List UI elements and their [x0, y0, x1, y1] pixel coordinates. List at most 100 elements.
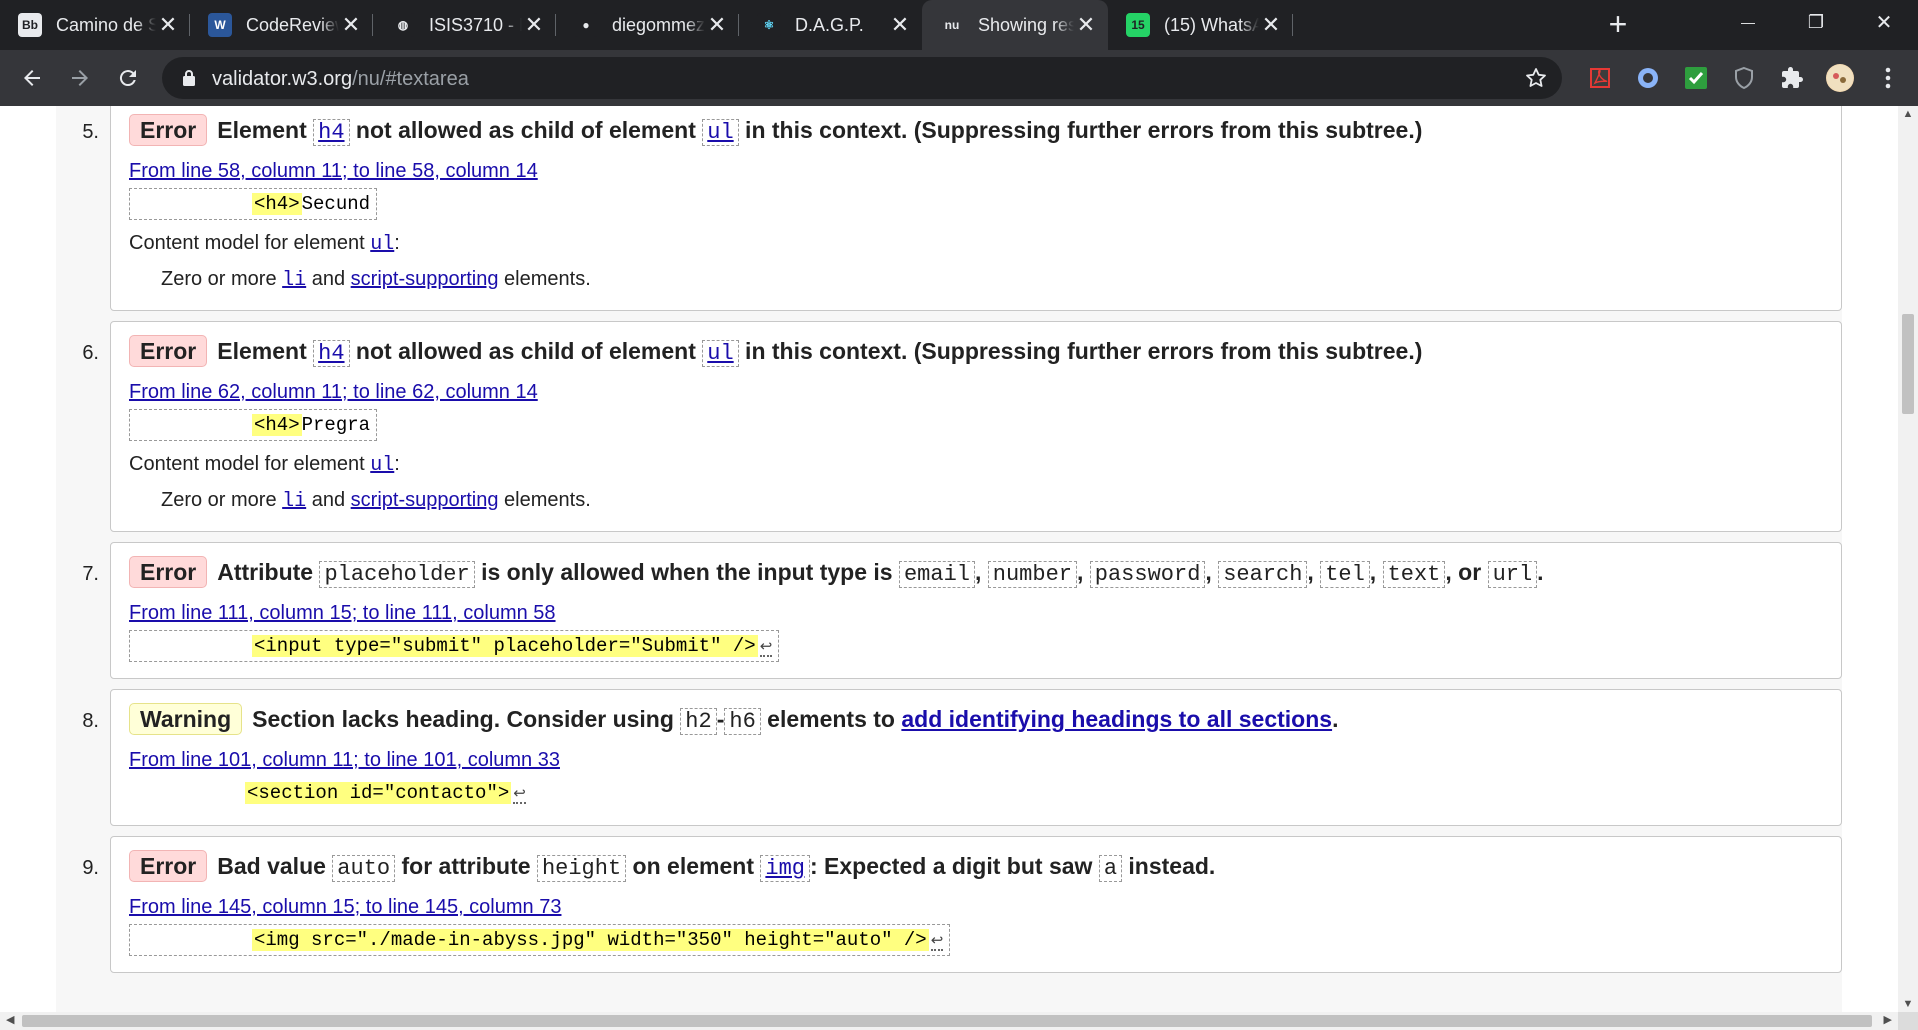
extract-context: Pregra: [301, 414, 371, 436]
code-term: text: [1382, 561, 1446, 588]
vertical-scrollbar[interactable]: ▲ ▼: [1898, 106, 1918, 1012]
message-fragment: instead.: [1122, 853, 1216, 879]
element-link[interactable]: img: [760, 855, 810, 882]
spec-link[interactable]: add identifying headings to all sections: [901, 706, 1332, 732]
nu-validator-icon: nu: [940, 13, 964, 37]
scroll-down-icon[interactable]: ▼: [1898, 998, 1918, 1010]
close-icon[interactable]: ✕: [1259, 12, 1283, 38]
error-badge: Error: [129, 335, 208, 367]
close-icon[interactable]: ✕: [522, 12, 546, 38]
element-link[interactable]: li: [282, 269, 306, 292]
reload-button[interactable]: [110, 60, 146, 96]
element-link[interactable]: h4: [313, 119, 350, 146]
whatsapp-icon: 15: [1126, 13, 1150, 37]
extract-highlight: <h4>: [252, 193, 302, 215]
element-link[interactable]: ul: [702, 340, 739, 367]
return-icon: ↩: [930, 932, 944, 951]
extensions-button[interactable]: [1778, 64, 1806, 92]
arrow-left-icon: [24, 70, 40, 86]
new-tab-button[interactable]: +: [1600, 0, 1636, 50]
element-link[interactable]: ul: [370, 233, 394, 256]
source-location-link[interactable]: From line 62, column 11; to line 62, col…: [129, 379, 1823, 405]
message-fragment: Attribute: [217, 559, 320, 585]
code-extract: <section id="contacto"> ↩: [129, 777, 533, 809]
check-extension-button[interactable]: [1682, 64, 1710, 92]
message-item: 9. Error Bad value auto for attribute heig…: [82, 836, 1842, 973]
return-icon: ↩: [759, 638, 773, 657]
shield-extension-button[interactable]: [1730, 64, 1758, 92]
spec-link[interactable]: script-supporting: [351, 268, 499, 290]
pdf-icon: [1590, 68, 1610, 88]
code-term: h6: [724, 708, 761, 735]
tab-2[interactable]: W CodeReviews.docx✕: [190, 0, 373, 50]
close-icon[interactable]: ✕: [339, 12, 363, 38]
code-term: search: [1218, 561, 1308, 588]
message-number: 6.: [82, 342, 99, 364]
browser-menu-button[interactable]: [1874, 64, 1902, 92]
source-location-link[interactable]: From line 145, column 15; to line 145, c…: [129, 894, 1823, 920]
close-icon[interactable]: ✕: [705, 12, 729, 38]
check-ext-icon: [1685, 67, 1707, 89]
message-fragment: Element: [217, 117, 314, 143]
message-fragment: ,: [1077, 559, 1090, 585]
tab-4[interactable]: ● diegommezp28/✕: [556, 0, 739, 50]
source-location-link[interactable]: From line 111, column 15; to line 111, c…: [129, 600, 1823, 626]
profile-avatar-icon: [1827, 65, 1853, 91]
pdf-extension-button[interactable]: [1586, 64, 1614, 92]
content-model-text: elements.: [498, 489, 591, 511]
scroll-up-icon[interactable]: ▲: [1898, 108, 1918, 120]
vertical-scroll-thumb[interactable]: [1902, 314, 1914, 414]
close-icon[interactable]: ✕: [1074, 12, 1098, 38]
content-model-text: Zero or more: [161, 489, 283, 511]
tab-3[interactable]: ◍ ISIS3710 - Proyecto✕: [373, 0, 556, 50]
element-link[interactable]: ul: [702, 119, 739, 146]
message-fragment: : Expected a digit but saw: [809, 853, 1099, 879]
url-path: /nu/#textarea: [352, 68, 469, 90]
code-term: auto: [332, 855, 396, 882]
tab-7[interactable]: 15 (15) WhatsApp✕: [1108, 0, 1293, 50]
error-badge: Error: [129, 556, 208, 588]
code-extract: <input type="submit" placeholder="Submit…: [129, 630, 780, 662]
element-link[interactable]: ul: [370, 454, 394, 477]
tab-1[interactable]: Bb Camino de Sicua✕: [0, 0, 190, 50]
close-icon[interactable]: ✕: [888, 12, 912, 38]
code-term: tel: [1320, 561, 1370, 588]
tab-title: (15) WhatsApp: [1164, 14, 1259, 35]
tab-title: Camino de Sicua: [56, 14, 156, 35]
message-text: Error Element h4 not allowed as child of …: [129, 113, 1823, 150]
minimize-button[interactable]: —: [1714, 0, 1782, 44]
avatar[interactable]: [1826, 64, 1854, 92]
close-icon[interactable]: ✕: [156, 12, 180, 38]
message-fragment: not allowed as child of element: [349, 338, 703, 364]
scroll-left-icon[interactable]: ◀: [6, 1013, 14, 1026]
spec-link[interactable]: script-supporting: [351, 489, 499, 511]
code-term: a: [1098, 855, 1123, 882]
scroll-right-icon[interactable]: ▶: [1884, 1013, 1892, 1026]
message-fragment: elements to: [760, 706, 902, 732]
source-location-link[interactable]: From line 58, column 11; to line 58, col…: [129, 158, 1823, 184]
address-bar[interactable]: validator.w3.org/nu/#textarea: [162, 57, 1562, 99]
content-model-text: and: [306, 489, 351, 511]
forward-button[interactable]: [62, 60, 98, 96]
element-link[interactable]: li: [282, 490, 306, 513]
url-host: validator.w3.org: [212, 68, 353, 90]
tab-5[interactable]: ⚛ D.A.G.P. ✕: [739, 0, 922, 50]
horizontal-scrollbar[interactable]: ◀ ▶: [0, 1012, 1898, 1030]
code-term: placeholder: [319, 561, 475, 588]
element-link[interactable]: h4: [313, 340, 350, 367]
tab-6[interactable]: nu Showing results for contents✕: [922, 0, 1108, 50]
window-close-button[interactable]: ✕: [1850, 0, 1918, 44]
bookmark-star-icon[interactable]: [1524, 66, 1548, 90]
message-fragment: , or: [1445, 559, 1488, 585]
code-extract: <h4> Pregra: [129, 409, 378, 441]
source-location-link[interactable]: From line 101, column 11; to line 101, c…: [129, 747, 1823, 773]
message-fragment: Section lacks heading. Consider using: [252, 706, 681, 732]
horizontal-scroll-thumb[interactable]: [22, 1015, 1872, 1027]
back-button[interactable]: [14, 60, 50, 96]
message-fragment: ,: [975, 559, 988, 585]
message-text: Error Bad value auto for attribute height…: [129, 849, 1823, 886]
code-term: height: [536, 855, 627, 882]
restore-button[interactable]: ❐: [1782, 0, 1850, 44]
extract-context: Secund: [301, 193, 371, 215]
circle-extension-button[interactable]: [1634, 64, 1662, 92]
